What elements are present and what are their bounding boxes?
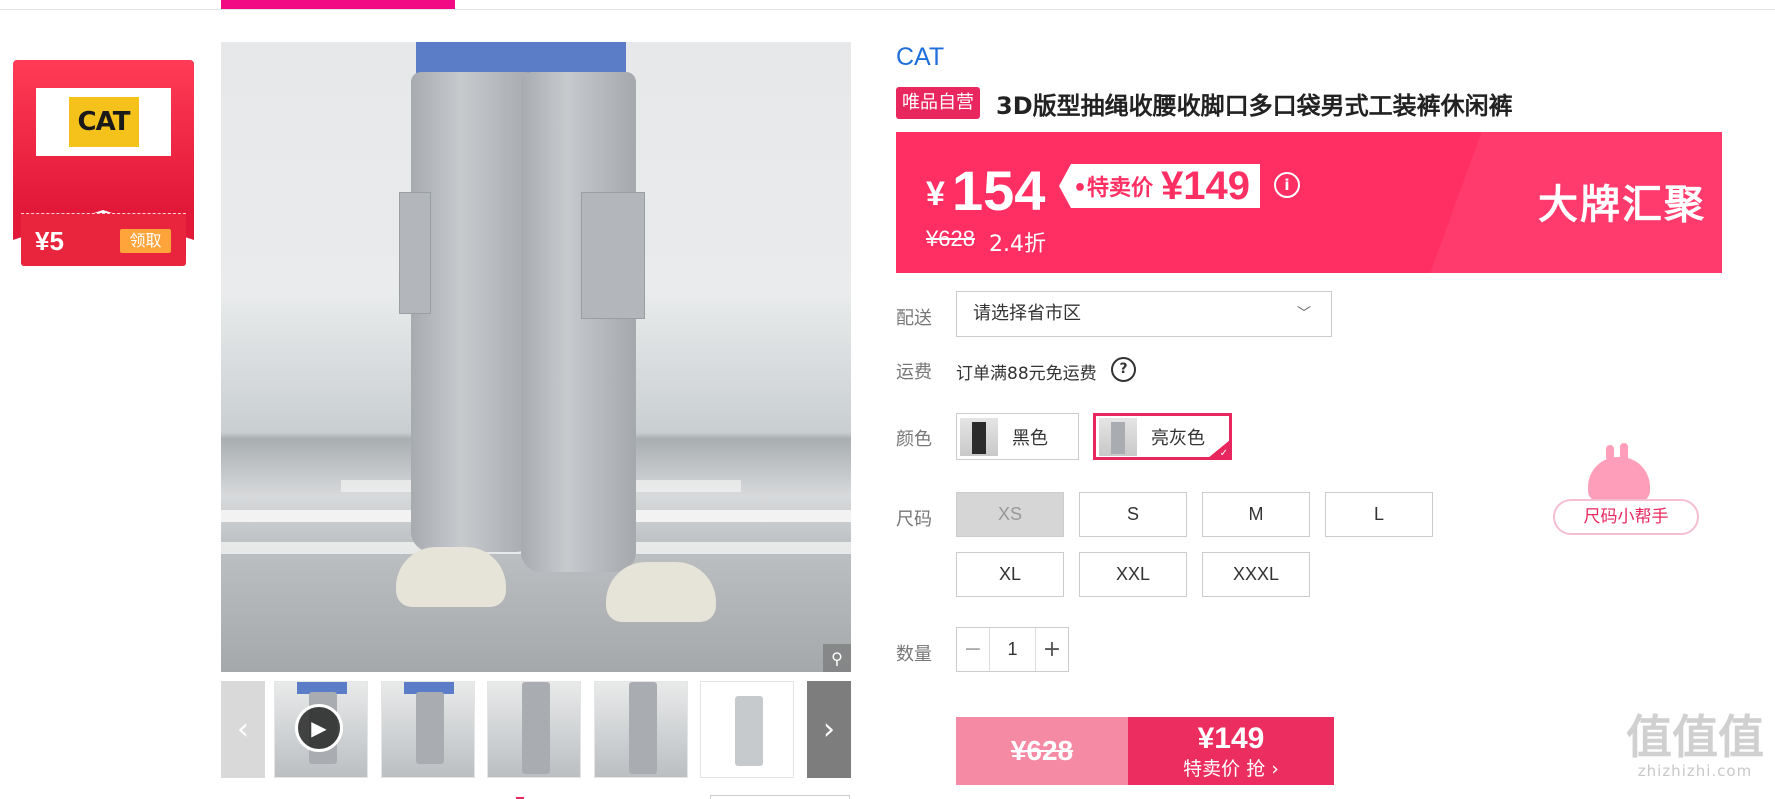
thumbnail-next-button[interactable]: › <box>807 681 851 778</box>
info-icon[interactable]: i <box>1274 172 1300 198</box>
check-icon: ✓ <box>1219 448 1228 459</box>
buy-original-price[interactable]: ¥628 <box>956 717 1128 785</box>
region-select-value: 请选择省市区 <box>973 303 1081 324</box>
top-nav-active-indicator <box>221 0 455 9</box>
brand-coupon[interactable]: CAT ¥5 领取 <box>13 60 194 266</box>
buy-price: ¥149 <box>1197 722 1265 755</box>
thumbnail-image[interactable] <box>594 681 688 778</box>
color-option-label: 黑色 <box>1012 427 1048 449</box>
discount-rate: 2.4折 <box>989 232 1046 257</box>
brand-link[interactable]: CAT <box>896 43 944 72</box>
size-label: 尺码 <box>896 509 932 530</box>
thumb-pants <box>629 682 657 774</box>
model-right-leg <box>521 72 636 572</box>
thumbnail-image[interactable] <box>700 681 794 778</box>
product-title: 3D版型抽绳收腰收脚口多口袋男式工装裤休闲裤 <box>996 92 1513 120</box>
shipping-label: 运费 <box>896 362 932 383</box>
coupon-amount: ¥5 <box>35 226 64 256</box>
buy-action-label: 特卖价 抢 › <box>1183 758 1279 780</box>
special-price-box: •特卖价 ¥149 <box>1059 163 1261 208</box>
quantity-decrease-button[interactable]: − <box>957 628 989 671</box>
special-price: ¥149 <box>1161 163 1251 208</box>
watermark-url: zhizhizhi.com <box>1637 762 1753 780</box>
watermark-logo: 值值值 <box>1626 710 1764 764</box>
special-price-label: •特卖价 <box>1073 176 1154 201</box>
play-icon[interactable]: ▶ <box>295 704 343 752</box>
bottom-button-edge <box>710 795 850 799</box>
delivery-label: 配送 <box>896 308 932 329</box>
help-icon[interactable]: ? <box>1111 357 1136 382</box>
thumbnail-strip: ‹ ▶ › <box>221 681 851 778</box>
coupon-header: CAT <box>13 60 194 240</box>
size-option-m[interactable]: M <box>1202 492 1310 537</box>
size-option-xxl[interactable]: XXL <box>1079 552 1187 597</box>
cat-logo-mark: CAT <box>68 97 139 147</box>
thumbnail-video[interactable]: ▶ <box>274 681 368 778</box>
model-left-shoe <box>396 547 506 607</box>
color-option-black[interactable]: 黑色 <box>956 413 1079 460</box>
size-option-s[interactable]: S <box>1079 492 1187 537</box>
thumbnail-image[interactable] <box>381 681 475 778</box>
claim-coupon-button[interactable]: 领取 <box>120 229 171 253</box>
thumb-pants <box>735 696 763 766</box>
quantity-increase-button[interactable]: + <box>1036 628 1068 671</box>
size-option-xl[interactable]: XL <box>956 552 1064 597</box>
size-option-xs[interactable]: XS <box>956 492 1064 537</box>
chevron-down-icon: ﹀ <box>1297 306 1311 322</box>
shipping-info: 订单满88元免运费 <box>956 364 1097 384</box>
color-label: 颜色 <box>896 429 932 450</box>
price-banner: ¥ 154 •特卖价 ¥149 i ¥628 2.4折 大牌汇聚 <box>896 132 1722 273</box>
quantity-input[interactable]: 1 <box>989 628 1036 671</box>
size-helper-mascot-icon <box>1588 443 1650 501</box>
thumb-pants <box>416 692 444 764</box>
quantity-label: 数量 <box>896 644 932 665</box>
quantity-stepper: − 1 + <box>956 627 1069 672</box>
thumb-pants <box>522 682 550 774</box>
region-select[interactable]: 请选择省市区 ﹀ <box>956 291 1332 337</box>
currency-symbol: ¥ <box>926 175 945 213</box>
color-option-light-gray[interactable]: 亮灰色 ✓ <box>1093 413 1232 460</box>
size-option-l[interactable]: L <box>1325 492 1433 537</box>
big-brand-banner-text: 大牌汇聚 <box>1538 182 1706 228</box>
color-option-label: 亮灰色 <box>1151 427 1205 449</box>
product-main-image[interactable]: ⚲ <box>221 42 851 672</box>
self-operated-tag: 唯品自营 <box>896 87 980 119</box>
coupon-footer: ¥5 领取 <box>21 213 186 266</box>
color-swatch-image <box>1099 417 1137 456</box>
size-helper-button[interactable]: 尺码小帮手 <box>1553 499 1699 535</box>
original-price: ¥628 <box>926 226 975 251</box>
zoom-icon[interactable]: ⚲ <box>823 644 851 672</box>
color-swatch-image <box>960 417 998 456</box>
model-right-shoe <box>606 562 716 622</box>
thumbnail-image[interactable] <box>487 681 581 778</box>
watermark: 值值值 zhizhizhi.com <box>1620 712 1770 780</box>
brand-logo: CAT <box>36 88 171 156</box>
size-option-xxxl[interactable]: XXXL <box>1202 552 1310 597</box>
top-nav-divider <box>0 9 1775 10</box>
pants-pocket <box>399 192 431 314</box>
pants-pocket <box>581 192 645 319</box>
current-price: 154 <box>952 159 1046 222</box>
thumbnail-prev-button[interactable]: ‹ <box>221 681 265 778</box>
buy-now-button[interactable]: ¥149 特卖价 抢 › <box>1128 717 1334 785</box>
